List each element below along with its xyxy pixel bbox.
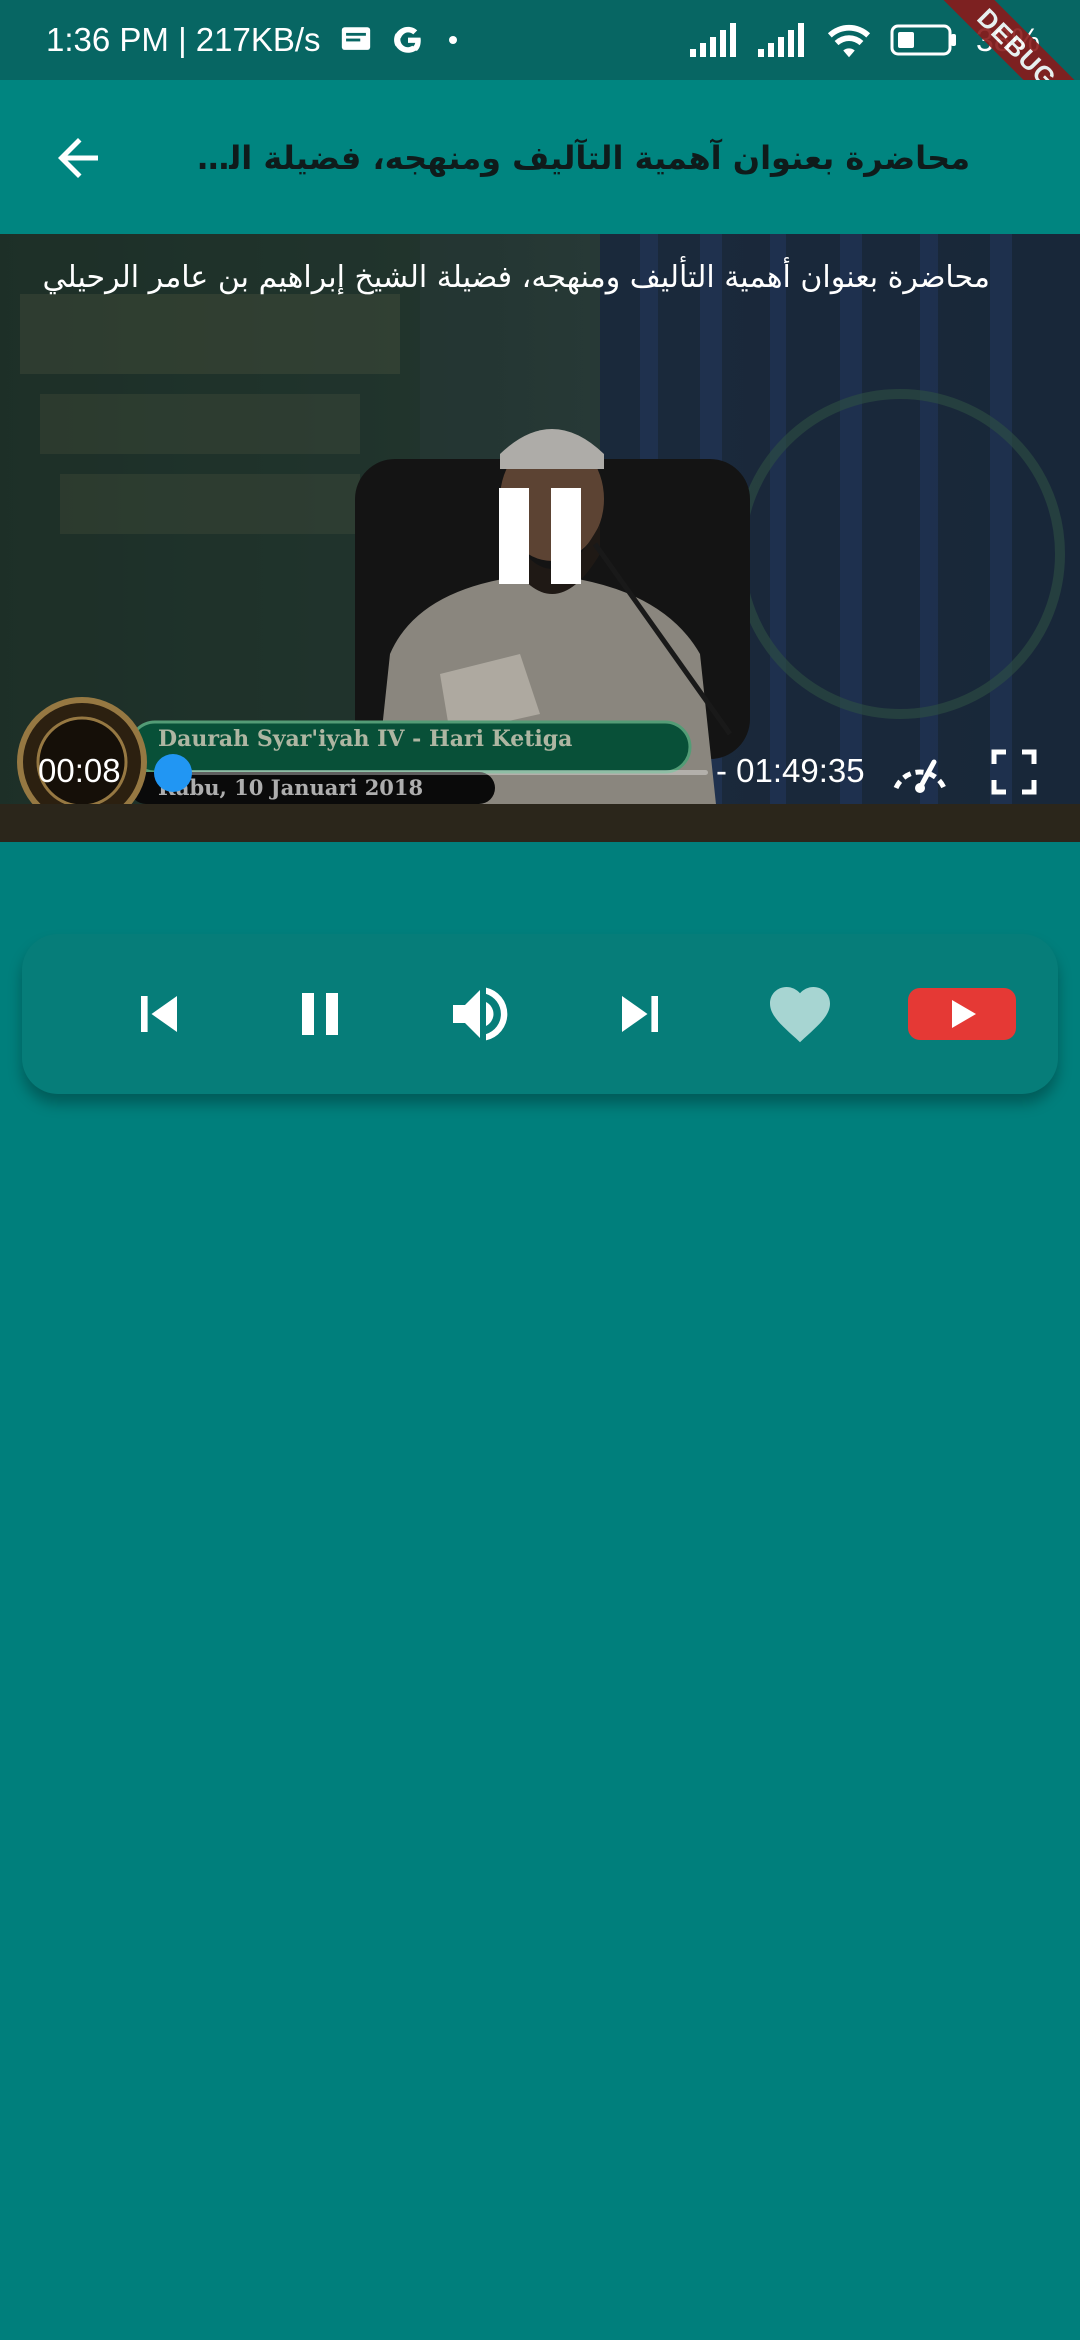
wifi-icon	[827, 24, 871, 58]
skip-next-icon[interactable]	[604, 978, 676, 1050]
app-bar: محاضرة بعنوان آهمية التآليف ومنهجه، فضيل…	[0, 80, 1080, 234]
volume-icon[interactable]	[444, 978, 516, 1050]
video-player[interactable]: Daurah Syar'iyah IV - Hari Ketiga Rabu, …	[0, 234, 1080, 842]
seek-bar[interactable]	[168, 770, 708, 775]
dot-icon	[448, 36, 457, 44]
pause-icon[interactable]	[284, 978, 356, 1050]
time-remaining: - 01:49:35	[716, 752, 865, 789]
back-arrow-icon[interactable]	[48, 128, 108, 188]
center-pause-icon[interactable]	[495, 488, 585, 584]
player-controls-card	[22, 934, 1058, 1094]
signal-icon-2	[757, 23, 804, 57]
time-elapsed: 00:08	[38, 752, 121, 789]
status-left: 1:36 PM | 217KB/s	[46, 14, 463, 66]
youtube-icon[interactable]	[902, 972, 1022, 1056]
page-title: محاضرة بعنوان آهمية التآليف ومنهجه، فضيل…	[180, 139, 970, 177]
fullscreen-icon[interactable]	[990, 748, 1038, 796]
skip-previous-icon[interactable]	[123, 978, 195, 1050]
message-notification-icon	[341, 27, 370, 50]
video-overlay-title: محاضرة بعنوان أهمية التأليف ومنهجه، فضيل…	[42, 260, 990, 295]
google-icon	[393, 26, 421, 53]
status-time-speed: 1:36 PM | 217KB/s	[46, 21, 321, 58]
seek-thumb[interactable]	[154, 754, 193, 792]
battery-icon	[890, 24, 956, 56]
status-bar: 1:36 PM | 217KB/s DEBUG	[0, 0, 1080, 143]
playback-speed-icon[interactable]	[890, 744, 950, 798]
seek-row: 00:08 - 01:49:35	[0, 740, 1080, 804]
favorite-icon[interactable]	[764, 978, 836, 1050]
signal-icon	[689, 23, 736, 57]
